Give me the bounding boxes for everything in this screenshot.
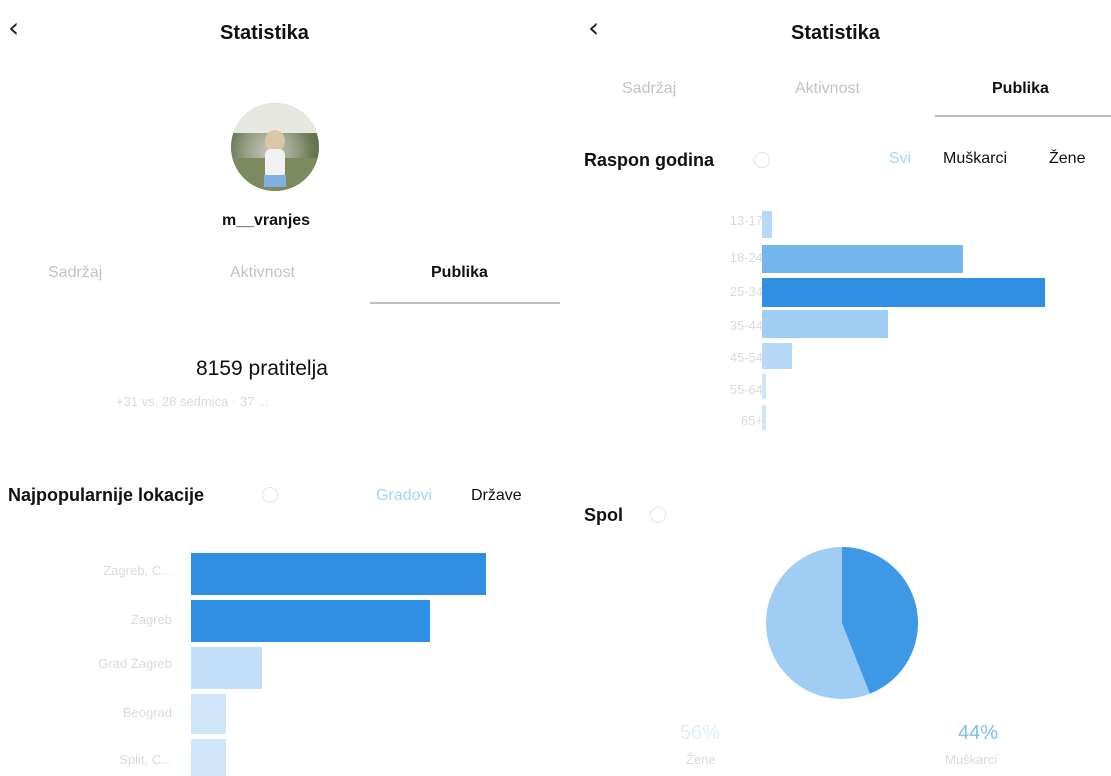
tick-label: 45-54	[729, 350, 763, 365]
followers-change: +31 vs. 28 sedmica · 37 ...	[116, 394, 269, 409]
tab-audience-underline	[370, 302, 560, 304]
men-label: Muškarci	[945, 752, 998, 767]
tick-label: Zagreb	[130, 612, 172, 627]
men-percentage: 44%	[958, 722, 999, 744]
tab-content[interactable]: Sadržaj	[48, 264, 102, 282]
bar	[191, 600, 430, 642]
bar	[762, 278, 1045, 307]
age-range-title: Raspon godina	[584, 150, 714, 170]
tick-label: Beograd	[122, 705, 172, 720]
bar	[191, 694, 226, 734]
tick-label: Split, C...	[119, 752, 172, 767]
bar	[762, 343, 792, 369]
tick-label: 25-34	[729, 284, 763, 299]
tab-audience[interactable]: Publika	[431, 264, 488, 282]
bar	[762, 245, 963, 273]
gender-pie-chart	[766, 547, 918, 699]
bar	[191, 739, 226, 776]
bar	[762, 405, 766, 430]
followers-count: 8159 pratitelja	[196, 357, 328, 380]
tab-activity[interactable]: Aktivnost	[230, 264, 295, 282]
tick-label: 13-17	[729, 213, 763, 228]
bar	[191, 647, 262, 689]
tick-label: 35-44	[729, 318, 763, 333]
tick-label: 55-64	[729, 382, 763, 397]
tab-audience-underline	[935, 115, 1111, 117]
tab-audience[interactable]: Publika	[992, 80, 1049, 98]
page-title: Statistika	[791, 22, 880, 44]
username: m__vranjes	[222, 212, 311, 229]
page-title: Statistika	[220, 22, 309, 44]
tick-label: 18-24	[729, 250, 763, 265]
info-icon[interactable]	[650, 507, 666, 523]
tab-content[interactable]: Sadržaj	[622, 80, 676, 98]
age-range-chart: 13-17 18-24 25-34 35-44 45-54 55-64 65+	[580, 208, 1100, 438]
bar	[191, 553, 486, 595]
tab-activity[interactable]: Aktivnost	[795, 80, 860, 98]
info-icon[interactable]	[262, 487, 278, 503]
gender-title: Spol	[584, 505, 623, 525]
filter-cities[interactable]: Gradovi	[376, 487, 432, 505]
filter-all[interactable]: Svi	[889, 150, 911, 168]
tick-label: Grad Zagreb	[98, 656, 172, 671]
women-label: Žene	[686, 752, 716, 767]
tick-label: Zagreb, C...	[103, 563, 172, 578]
bar	[762, 310, 888, 338]
filter-men[interactable]: Muškarci	[943, 150, 1007, 168]
back-arrow-icon[interactable]: ‹	[588, 14, 599, 42]
avatar[interactable]	[231, 103, 319, 191]
women-percentage: 56%	[680, 722, 721, 744]
bar	[762, 374, 766, 399]
back-arrow-icon[interactable]: ‹	[8, 14, 19, 42]
filter-women[interactable]: Žene	[1049, 150, 1085, 168]
filter-countries[interactable]: Države	[471, 487, 522, 505]
tick-label: 65+	[740, 413, 763, 428]
info-icon[interactable]	[754, 152, 770, 168]
bar	[762, 211, 772, 238]
locations-title: Najpopularnije lokacije	[8, 485, 205, 505]
locations-chart: Zagreb, C... Zagreb Grad Zagreb Beograd …	[0, 550, 560, 776]
